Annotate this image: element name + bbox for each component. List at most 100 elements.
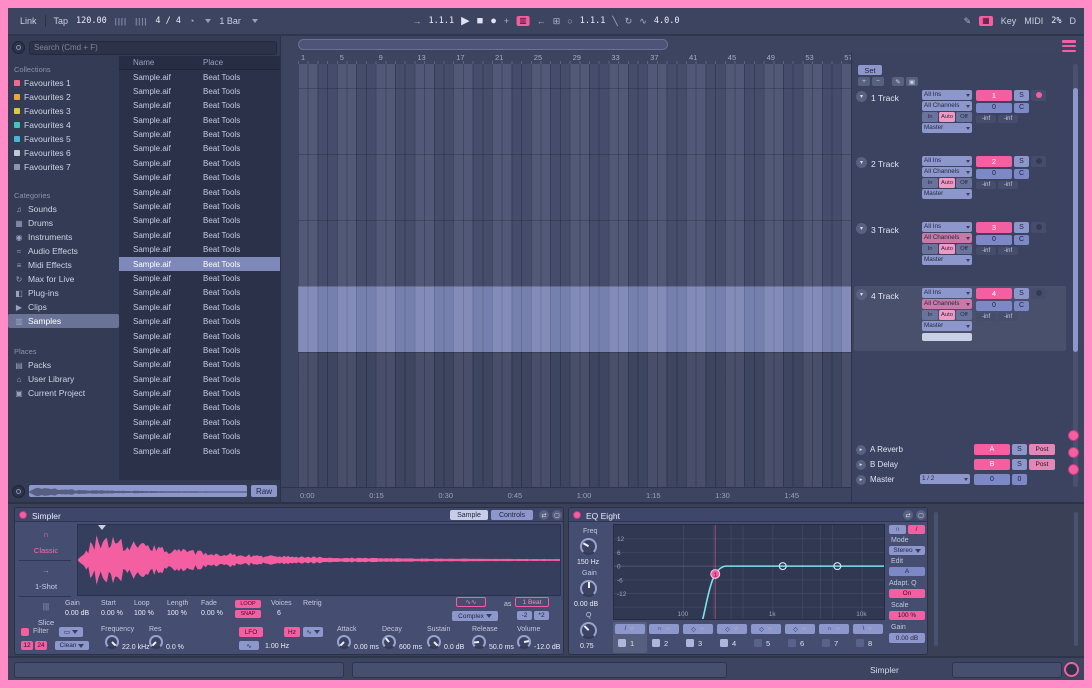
file-row[interactable]: Sample.aifBeat Tools [119,271,280,285]
time-ruler[interactable]: 0:000:150:300:451:001:151:301:45 [281,487,851,502]
file-row[interactable]: Sample.aifBeat Tools [119,128,280,142]
prev-locator-button[interactable]: + [858,77,870,86]
file-row[interactable]: Sample.aifBeat Tools [119,142,280,156]
computer-midi-keyboard-icon[interactable]: ▦ [979,16,993,27]
collection-item[interactable]: Favourites 4 [8,118,119,132]
collection-item[interactable]: Favourites 7 [8,160,119,174]
monitor-off-button[interactable]: Off [956,310,972,320]
voices-value[interactable]: 6 [277,610,281,617]
preview-button[interactable] [12,485,25,498]
category-item-midi-effects[interactable]: ≡Midi Effects [8,258,119,272]
retrig-toggle[interactable]: Retrig [303,600,322,607]
status-field-center[interactable] [352,662,727,678]
arm-record-button[interactable] [1031,90,1046,101]
eq-band-4[interactable]: ◇4 [715,622,749,653]
track-output-chooser[interactable]: Master [922,255,972,265]
band-toggle[interactable] [686,639,694,647]
eq-band-2[interactable]: ∩2 [647,622,681,653]
collection-item[interactable]: Favourites 6 [8,146,119,160]
midi-map-button[interactable]: MIDI [1024,16,1043,26]
tab-sample[interactable]: Sample [450,510,488,520]
q-knob[interactable] [580,622,597,639]
file-row[interactable]: Sample.aifBeat Tools [119,156,280,170]
start-value[interactable]: 0.00 % [101,610,123,617]
track-header-1[interactable]: ▾1 TrackAll InsAll ChannelsInAutoOffMast… [854,88,1066,153]
save-preset-icon[interactable]: ▢ [916,510,926,520]
release-knob[interactable] [472,635,486,649]
return-track-header-a[interactable]: ▸A ReverbASPost [854,443,1066,456]
device-on-button[interactable] [573,511,581,519]
filter-shape-chooser[interactable]: ◇ [751,624,781,634]
lock-envelopes-button[interactable]: ▣ [906,77,918,86]
slope-12-button[interactable]: 12 [21,641,33,650]
hot-swap-icon[interactable]: ⇄ [903,510,913,520]
band-toggle[interactable] [652,639,660,647]
file-row[interactable]: Sample.aifBeat Tools [119,300,280,314]
lfo-wave-icon[interactable]: ∿ [239,641,259,650]
track-channel-chooser[interactable]: All Channels [922,299,972,309]
show-io-toggle[interactable] [1068,430,1079,441]
name-column-header[interactable]: Name [133,58,154,67]
master-track-header[interactable]: ▸Master1 / 200 [854,473,1066,486]
track-header-2[interactable]: ▾2 TrackAll InsAll ChannelsInAutoOffMast… [854,154,1066,219]
filter-shape-chooser[interactable]: ◇ [785,624,815,634]
monitor-in-button[interactable]: In [922,244,938,254]
monitor-auto-button[interactable]: Auto [939,310,955,320]
post-toggle[interactable]: Post [1029,444,1055,455]
preview-waveform[interactable] [29,485,247,497]
filter-shape-chooser[interactable]: ∩ [819,624,849,634]
mode-chooser[interactable]: Stereo [889,546,925,555]
nudge-down-button[interactable]: |||| [115,17,127,26]
pan-field[interactable]: C [1014,103,1029,114]
track-header-4[interactable]: ▾4 TrackAll InsAll ChannelsInAutoOffMast… [854,286,1066,351]
place-item-current-project[interactable]: ▣Current Project [8,386,119,400]
file-row[interactable]: Sample.aifBeat Tools [119,430,280,444]
return-activator-button[interactable]: A [974,444,1010,455]
file-row[interactable]: Sample.aifBeat Tools [119,99,280,113]
pan-field[interactable]: C [1014,169,1029,180]
time-signature-field[interactable]: 4 / 4 [155,16,181,26]
file-row[interactable]: Sample.aifBeat Tools [119,185,280,199]
band-toggle[interactable] [720,639,728,647]
lfo-rate-value[interactable]: 1.00 Hz [265,643,289,650]
track-output-chooser[interactable]: Master [922,321,972,331]
category-item-plug-ins[interactable]: ◧Plug-ins [8,286,119,300]
return-track-header-b[interactable]: ▸B DelayBSPost [854,458,1066,471]
eq-band-3[interactable]: ◇3 [681,622,715,653]
set-locator-button[interactable]: Set [858,65,882,75]
filter-shape-chooser[interactable]: \ [853,624,883,634]
file-row[interactable]: Sample.aifBeat Tools [119,228,280,242]
track-collapse-button[interactable]: ▾ [856,289,867,300]
eq-band-1[interactable]: /1 [613,622,647,653]
arrangement-position-display[interactable]: 1.1.1 [429,16,455,26]
file-row[interactable]: Sample.aifBeat Tools [119,200,280,214]
volume-field[interactable]: 0 [976,103,1012,114]
arrangement-overview[interactable] [298,39,668,50]
file-row[interactable]: Sample.aifBeat Tools [119,257,280,271]
file-row[interactable]: Sample.aifBeat Tools [119,343,280,357]
loop-value[interactable]: 100 % [134,610,154,617]
mode-one-shot[interactable]: → 1-Shot [17,566,75,594]
stop-button[interactable]: ■ [477,16,484,27]
solo-button[interactable]: S [1014,222,1029,233]
band-toggle[interactable] [618,639,626,647]
decay-knob[interactable] [382,635,396,649]
filter-shape-chooser[interactable]: ◇ [683,624,713,634]
loop-toggle[interactable]: LOOP [235,600,261,608]
status-field-left[interactable] [14,662,344,678]
volume-field[interactable]: 0 [976,301,1012,312]
file-row[interactable]: Sample.aifBeat Tools [119,84,280,98]
hot-swap-icon[interactable]: ⇄ [539,510,549,520]
headphone-icon[interactable]: ∩ [889,525,906,534]
help-button[interactable] [1064,662,1079,677]
gain-value[interactable]: 0.00 dB [65,610,89,617]
draw-automation-button[interactable]: ✎ [892,77,904,86]
track-collapse-button[interactable]: ▾ [856,157,867,168]
edit-button[interactable]: A [889,567,925,576]
filter-shape-chooser[interactable]: ∩ [649,624,679,634]
link-button[interactable]: Link [20,16,37,26]
tab-controls[interactable]: Controls [491,510,533,520]
file-row[interactable]: Sample.aifBeat Tools [119,358,280,372]
half-tempo-button[interactable]: -2 [517,611,532,620]
eq-band-8[interactable]: \8 [851,622,885,653]
